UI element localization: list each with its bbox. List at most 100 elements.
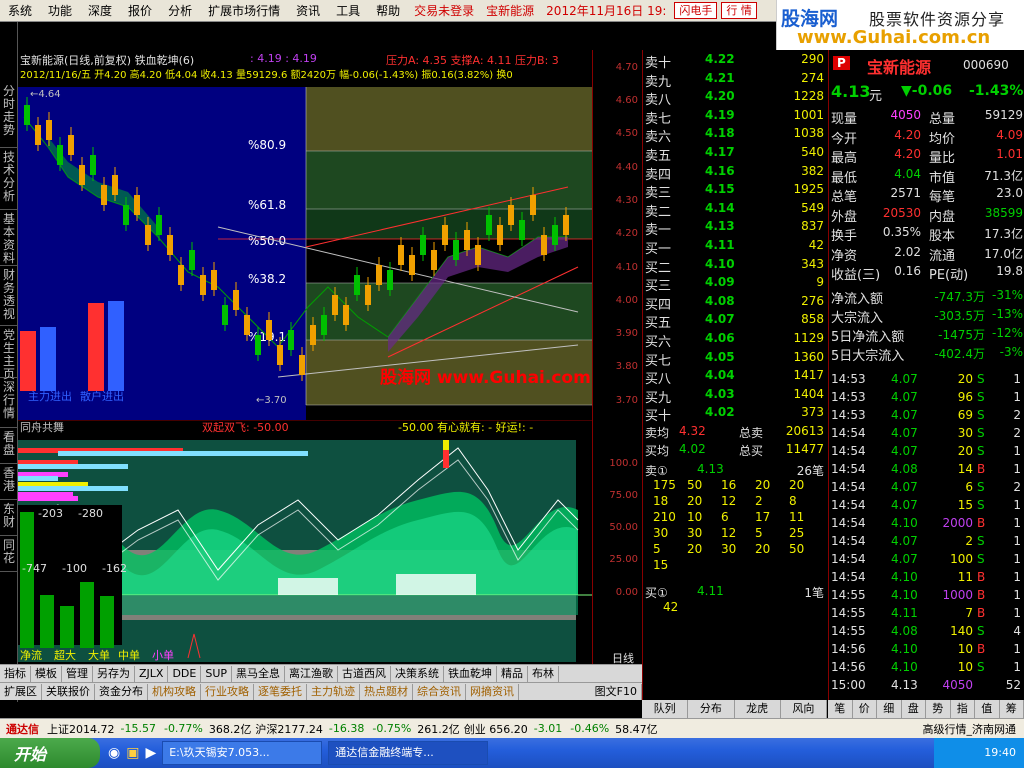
extension-tab[interactable]: 网摘资讯	[466, 683, 519, 700]
sell-row[interactable]: 卖二 4.14 549	[643, 201, 828, 220]
tick-volume: 15	[957, 498, 973, 512]
buy-row[interactable]: 买十 4.02 373	[643, 405, 828, 424]
indicator-tab[interactable]: 黑马全息	[232, 665, 286, 682]
quote-button[interactable]: 行 情	[721, 2, 757, 19]
sell-row[interactable]: 卖五 4.17 540	[643, 145, 828, 164]
buy-level-label: 买三	[645, 279, 672, 295]
tab-intraday[interactable]: 分时走势	[0, 82, 18, 148]
sell-row[interactable]: 卖七 4.19 1001	[643, 108, 828, 127]
detail-tab[interactable]: 值	[975, 700, 1000, 718]
indicator-tab[interactable]: 模板	[31, 665, 62, 682]
tab-tonghua[interactable]: 同花	[0, 536, 18, 572]
explorer-icon[interactable]: ▣	[126, 745, 139, 761]
indicator-tab[interactable]: 铁血乾坤	[444, 665, 498, 682]
buy-row[interactable]: 买三 4.09 9	[643, 275, 828, 295]
indicator-tab[interactable]: DDE	[168, 665, 202, 682]
detail-tab[interactable]: 指	[951, 700, 975, 718]
queue-tab[interactable]: 分布	[688, 700, 735, 718]
sell-row[interactable]: 卖三 4.15 1925	[643, 182, 828, 201]
buy-row[interactable]: 买五 4.07 858	[643, 312, 828, 331]
detail-tab[interactable]: 笔	[828, 700, 853, 718]
tab-dongcai[interactable]: 东财	[0, 500, 18, 536]
extension-tab[interactable]: 关联报价	[42, 683, 95, 700]
extension-tab[interactable]: 扩展区	[0, 683, 42, 700]
sell-row[interactable]: 卖六 4.18 1038	[643, 126, 828, 145]
extension-tab[interactable]: 主力轨迹	[307, 683, 360, 700]
extension-tab[interactable]: 逐笔委托	[254, 683, 307, 700]
indicator-tab[interactable]: ZJLX	[135, 665, 169, 682]
trade-status[interactable]: 交易未登录	[408, 2, 480, 19]
buy-price: 4.10	[705, 256, 735, 271]
sell-row[interactable]: 卖一 4.13 837	[643, 219, 828, 238]
kline-chart[interactable]: 宝新能源(日线,前复权) 铁血乾坤(6) : 4.19 : 4.19 压力A: …	[18, 50, 592, 420]
buy-row[interactable]: 买七 4.05 1360	[643, 350, 828, 369]
menu-analysis[interactable]: 分析	[160, 0, 200, 22]
tick-count: 2	[1013, 408, 1021, 422]
extension-tab[interactable]: 行业攻略	[201, 683, 254, 700]
menu-system[interactable]: 系统	[0, 0, 40, 22]
buy-row[interactable]: 买八 4.04 1417	[643, 368, 828, 387]
f10-tab[interactable]: 图文F10	[591, 683, 642, 700]
taskbar-item-tdx[interactable]: 通达信金融终端专...	[328, 741, 489, 765]
buy-row[interactable]: 买二 4.10 343	[643, 256, 828, 276]
sell-row[interactable]: 卖八 4.20 1228	[643, 89, 828, 108]
buy-row[interactable]: 买六 4.06 1129	[643, 331, 828, 350]
app-window: 系统 功能 深度 报价 分析 扩展市场行情 资讯 工具 帮助 交易未登录 宝新能…	[0, 0, 1024, 768]
flash-trade-button[interactable]: 闪电手	[674, 2, 718, 19]
buy1-grid-cell: 42	[663, 600, 679, 614]
queue-tab[interactable]: 风向	[781, 700, 827, 718]
tick-side: S	[977, 426, 985, 440]
extension-tab[interactable]: 机构攻略	[148, 683, 201, 700]
sell-row[interactable]: 卖九 4.21 274	[643, 71, 828, 90]
indicator-tab[interactable]: 精品	[497, 665, 529, 682]
taskbar-item-explorer[interactable]: E:\玖天锡安7.053...	[162, 741, 323, 765]
sell-row[interactable]: 卖十 4.22 290	[643, 52, 828, 71]
tick-volume: 11	[957, 570, 973, 584]
tick-count: 1	[1013, 534, 1021, 548]
indicator-tab[interactable]: 离江渔歌	[285, 665, 339, 682]
tab-technical[interactable]: 技术分析	[0, 148, 18, 210]
flow-row: 大宗流入 -303.5万 -13%	[829, 307, 1024, 326]
tab-basic-info[interactable]: 基本资料	[0, 210, 18, 266]
ie-icon[interactable]: ◉	[108, 745, 120, 761]
buy-row[interactable]: 买九 4.03 1404	[643, 386, 828, 406]
indicator-tab[interactable]: 指标	[0, 665, 31, 682]
tab-hk[interactable]: 香港	[0, 464, 18, 500]
menu-ext-market[interactable]: 扩展市场行情	[200, 0, 288, 22]
tab-party[interactable]: 党生主页	[0, 326, 18, 381]
sell-row[interactable]: 卖四 4.16 382	[643, 164, 828, 183]
brand-label[interactable]: 通达信	[0, 721, 45, 737]
menu-quote[interactable]: 报价	[120, 0, 160, 22]
queue-tab[interactable]: 队列	[642, 700, 689, 718]
indicator-tab[interactable]: SUP	[201, 665, 233, 682]
indicator-tab[interactable]: 古道西风	[338, 665, 392, 682]
menu-function[interactable]: 功能	[40, 0, 80, 22]
indicator-tab[interactable]: 布林	[528, 665, 560, 682]
extension-tab[interactable]: 资金分布	[95, 683, 148, 700]
menu-tools[interactable]: 工具	[328, 0, 368, 22]
detail-tab[interactable]: 价	[853, 700, 877, 718]
start-button[interactable]: 开始	[0, 738, 100, 768]
menu-help[interactable]: 帮助	[368, 0, 408, 22]
tab-deep[interactable]: 深行情	[0, 378, 18, 428]
indicator-tab[interactable]: 管理	[62, 665, 93, 682]
extension-tab[interactable]: 综合资讯	[413, 683, 466, 700]
buy-row[interactable]: 买四 4.08 276	[643, 294, 828, 313]
tab-watch[interactable]: 看盘	[0, 428, 18, 464]
menu-info[interactable]: 资讯	[288, 0, 328, 22]
indicator-tab[interactable]: 另存为	[93, 665, 135, 682]
media-icon[interactable]: ▶	[145, 745, 156, 761]
buy-row[interactable]: 买一 4.11 42	[643, 238, 828, 257]
extension-tab[interactable]: 热点题材	[360, 683, 413, 700]
info-label-a: 最低	[831, 170, 858, 186]
queue-tab[interactable]: 龙虎	[735, 700, 781, 718]
detail-tab[interactable]: 盘	[902, 700, 926, 718]
menu-depth[interactable]: 深度	[80, 0, 120, 22]
indicator-tab[interactable]: 决策系统	[391, 665, 445, 682]
detail-tab[interactable]: 势	[926, 700, 951, 718]
detail-tab[interactable]: 细	[877, 700, 902, 718]
oscillator-panel[interactable]: 同舟共舞 双起双飞: -50.00 -50.00 有心就有: - 好运!: -	[17, 419, 592, 681]
detail-tab[interactable]: 筹	[1000, 700, 1024, 718]
tab-finance[interactable]: 财务透视	[0, 266, 18, 326]
buy-price: 4.03	[705, 386, 735, 401]
